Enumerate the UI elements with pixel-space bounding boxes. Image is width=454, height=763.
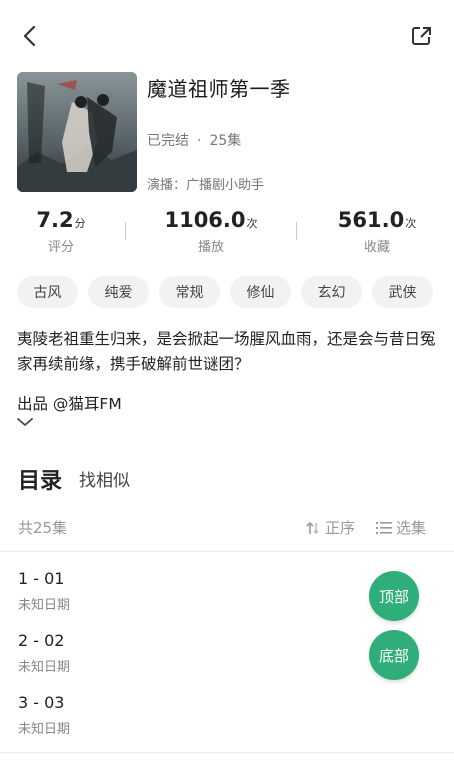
episode-date: 未知日期 bbox=[18, 722, 71, 737]
meta-separator: · bbox=[197, 133, 202, 149]
stat-favorites-unit: 次 bbox=[405, 217, 417, 230]
chevron-down-icon bbox=[17, 418, 33, 426]
share-icon bbox=[412, 27, 431, 45]
status-text: 已完结 bbox=[147, 133, 189, 149]
stats-row: 7.2分 评分 1106.0次 播放 561.0次 收藏 bbox=[0, 208, 454, 260]
episode-total: 共25集 bbox=[18, 519, 68, 537]
toc-title[interactable]: 目录 bbox=[18, 463, 62, 495]
tag-item[interactable]: 武侠 bbox=[372, 276, 433, 308]
episode-date: 未知日期 bbox=[18, 598, 71, 613]
sort-label: 正序 bbox=[325, 519, 356, 537]
album-cover bbox=[17, 72, 137, 192]
episode-count-text: 25集 bbox=[209, 133, 242, 149]
list-icon bbox=[376, 521, 392, 534]
scroll-top-button[interactable]: 顶部 bbox=[369, 571, 419, 621]
episode-title: 1 - 01 bbox=[18, 569, 65, 588]
tag-item[interactable]: 常规 bbox=[159, 276, 220, 308]
episode-title: 2 - 02 bbox=[18, 631, 65, 650]
stat-plays: 1106.0次 播放 bbox=[146, 208, 276, 255]
album-description: 夷陵老祖重生归来，是会掀起一场腥风血雨，还是会与昔日冤家再续前缘，携手破解前世谜… bbox=[17, 330, 436, 373]
chevron-left-icon bbox=[23, 25, 36, 47]
share-button[interactable] bbox=[408, 22, 436, 50]
divider bbox=[0, 752, 454, 753]
stat-rating-unit: 分 bbox=[74, 217, 86, 230]
stat-favorites: 561.0次 收藏 bbox=[312, 208, 442, 255]
divider bbox=[0, 551, 454, 552]
sort-icon bbox=[306, 521, 319, 534]
episode-item[interactable]: 1 - 01 未知日期 bbox=[18, 569, 318, 613]
stat-divider bbox=[125, 222, 126, 240]
episode-date: 未知日期 bbox=[18, 660, 71, 675]
select-label: 选集 bbox=[396, 519, 427, 537]
back-button[interactable] bbox=[14, 20, 46, 52]
episode-title: 3 - 03 bbox=[18, 693, 65, 712]
tag-item[interactable]: 玄幻 bbox=[301, 276, 362, 308]
top-bar bbox=[0, 0, 454, 70]
stat-plays-value: 1106.0 bbox=[164, 208, 246, 232]
scroll-bottom-button[interactable]: 底部 bbox=[369, 630, 419, 680]
producer-text[interactable]: 出品 @猫耳FM bbox=[17, 392, 122, 414]
tag-item[interactable]: 修仙 bbox=[230, 276, 291, 308]
expand-button[interactable] bbox=[16, 413, 34, 427]
sort-button[interactable]: 正序 bbox=[305, 517, 355, 538]
tag-item[interactable]: 古风 bbox=[17, 276, 78, 308]
album-meta: 已完结 · 25集 bbox=[147, 130, 241, 150]
cast-text: 演播：广播剧小助手 bbox=[147, 178, 265, 193]
similar-tab[interactable]: 找相似 bbox=[79, 466, 130, 491]
tag-list: 古风 纯爱 常规 修仙 玄幻 武侠 bbox=[17, 276, 433, 308]
stat-favorites-label: 收藏 bbox=[363, 240, 390, 255]
tag-item[interactable]: 纯爱 bbox=[88, 276, 149, 308]
stat-rating: 7.2分 评分 bbox=[0, 208, 126, 255]
select-episodes-button[interactable]: 选集 bbox=[376, 517, 426, 538]
stat-divider bbox=[296, 222, 297, 240]
stat-rating-label: 评分 bbox=[47, 240, 74, 255]
stat-plays-unit: 次 bbox=[246, 217, 258, 230]
episode-item[interactable]: 3 - 03 未知日期 bbox=[18, 693, 318, 737]
album-title: 魔道祖师第一季 bbox=[147, 77, 291, 101]
stat-favorites-value: 561.0 bbox=[337, 208, 405, 232]
stat-rating-value: 7.2 bbox=[36, 208, 74, 232]
episode-item[interactable]: 2 - 02 未知日期 bbox=[18, 631, 318, 675]
stat-plays-label: 播放 bbox=[197, 240, 224, 255]
